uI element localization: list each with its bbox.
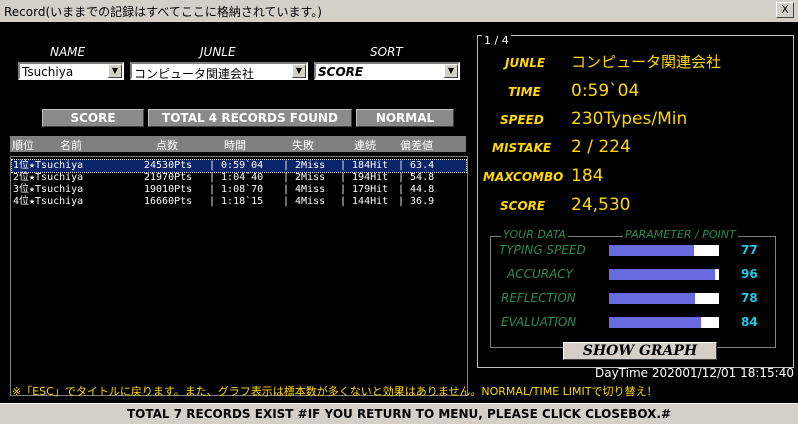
sort-select[interactable]: SCORE ▼ bbox=[314, 62, 460, 80]
daytime: DayTime 202001/12/01 18:15:40 bbox=[594, 366, 794, 380]
score-value: 24,530 bbox=[571, 195, 631, 215]
maxcombo-label: MAXCOMBO bbox=[483, 170, 564, 184]
mistake-value: 2 / 224 bbox=[571, 137, 631, 157]
cell-miss: | 2Miss bbox=[283, 172, 326, 183]
title-bar: Record(いままでの記録はすべてここに格納されています。) X bbox=[0, 0, 798, 23]
table-header: 順位 名前 点数 時間 失敗 連続 偏差値 bbox=[10, 136, 466, 152]
sort-label: SORT bbox=[370, 45, 403, 59]
cell-points: 19010Pts bbox=[144, 184, 193, 195]
accuracy-value: 96 bbox=[741, 267, 758, 281]
table-row[interactable]: 2位★Tsuchiya 21970Pts | 1:04`40 | 2Miss |… bbox=[12, 172, 466, 184]
cell-deviation: | 44.8 bbox=[398, 184, 435, 195]
sort-select-value: SCORE bbox=[318, 65, 364, 79]
mistake-label: MISTAKE bbox=[492, 141, 552, 155]
col-combo: 連続 bbox=[354, 139, 376, 152]
junle-label: JUNLE bbox=[200, 45, 236, 59]
accuracy-label: ACCURACY bbox=[507, 267, 574, 281]
table-row[interactable]: 1位★Tsuchiya 24530Pts | 0:59`04 | 2Miss |… bbox=[11, 159, 467, 173]
evaluation-label: EVALUATION bbox=[501, 315, 577, 329]
record-window: NAME JUNLE SORT Tsuchiya ▼ コンピュータ関連会社 ▼ … bbox=[0, 22, 798, 403]
name-label: NAME bbox=[50, 45, 86, 59]
time-label: TIME bbox=[508, 85, 541, 99]
chevron-down-icon[interactable]: ▼ bbox=[292, 64, 306, 78]
score-sort-button[interactable]: SCORE bbox=[42, 109, 144, 127]
col-name: 名前 bbox=[60, 139, 82, 152]
accuracy-bar bbox=[609, 269, 719, 280]
cell-deviation: | 36.9 bbox=[398, 196, 435, 207]
table-row[interactable]: 4位★Tsuchiya 16660Pts | 1:18`15 | 4Miss |… bbox=[12, 196, 466, 208]
cell-time: | 1:08`70 bbox=[209, 184, 264, 195]
cell-miss: | 4Miss bbox=[283, 196, 326, 207]
status-bar: TOTAL 7 RECORDS EXIST #IF YOU RETURN TO … bbox=[0, 403, 798, 424]
cell-points: 21970Pts bbox=[144, 172, 193, 183]
junle-detail-value: コンピュータ関連会社 bbox=[571, 53, 722, 71]
cell-deviation: | 63.4 bbox=[398, 160, 435, 171]
record-detail-panel: 1 / 4 JUNLE コンピュータ関連会社 TIME 0:59`04 SPEE… bbox=[477, 34, 794, 368]
parameter-title: PARAMETER / POINT bbox=[623, 228, 738, 241]
junle-select[interactable]: コンピュータ関連会社 ▼ bbox=[130, 62, 308, 81]
cell-points: 24530Pts bbox=[144, 160, 193, 171]
time-value: 0:59`04 bbox=[571, 81, 640, 101]
name-select-value: Tsuchiya bbox=[22, 65, 74, 79]
record-list[interactable]: 1位★Tsuchiya 24530Pts | 0:59`04 | 2Miss |… bbox=[10, 156, 468, 396]
cell-rank: 1位★Tsuchiya bbox=[13, 160, 84, 171]
name-select[interactable]: Tsuchiya ▼ bbox=[18, 62, 124, 80]
col-miss: 失敗 bbox=[292, 139, 314, 152]
reflection-bar bbox=[609, 293, 719, 304]
evaluation-bar bbox=[609, 317, 719, 328]
cell-miss: | 4Miss bbox=[283, 184, 326, 195]
cell-combo: | 184Hit bbox=[340, 160, 389, 171]
typing-speed-label: TYPING SPEED bbox=[499, 243, 586, 257]
cell-time: | 0:59`04 bbox=[209, 160, 264, 171]
cell-points: 16660Pts bbox=[144, 196, 193, 207]
speed-value: 230Types/Min bbox=[571, 109, 688, 129]
close-button[interactable]: X bbox=[776, 2, 794, 18]
reflection-label: REFLECTION bbox=[501, 291, 576, 305]
cell-miss: | 2Miss bbox=[283, 160, 326, 171]
cell-time: | 1:04`40 bbox=[209, 172, 264, 183]
typing-speed-value: 77 bbox=[741, 243, 758, 257]
col-deviation: 偏差値 bbox=[400, 139, 433, 152]
page-indicator: 1 / 4 bbox=[482, 34, 511, 47]
window-title: Record(いままでの記録はすべてここに格納されています。) bbox=[4, 5, 322, 19]
col-time: 時間 bbox=[224, 139, 246, 152]
junle-select-value: コンピュータ関連会社 bbox=[134, 67, 255, 81]
cell-time: | 1:18`15 bbox=[209, 196, 264, 207]
cell-combo: | 144Hit bbox=[340, 196, 389, 207]
show-graph-button[interactable]: SHOW GRAPH bbox=[563, 342, 717, 360]
your-data-title: YOUR DATA bbox=[501, 228, 568, 241]
evaluation-value: 84 bbox=[741, 315, 758, 329]
cell-rank: 3位★Tsuchiya bbox=[13, 184, 84, 195]
cell-rank: 4位★Tsuchiya bbox=[13, 196, 84, 207]
records-found-button[interactable]: TOTAL 4 RECORDS FOUND bbox=[148, 109, 352, 127]
normal-mode-button[interactable]: NORMAL bbox=[356, 109, 454, 127]
chevron-down-icon[interactable]: ▼ bbox=[108, 64, 122, 78]
cell-rank: 2位★Tsuchiya bbox=[13, 172, 84, 183]
cell-deviation: | 54.8 bbox=[398, 172, 435, 183]
cell-combo: | 194Hit bbox=[340, 172, 389, 183]
col-points: 点数 bbox=[156, 139, 178, 152]
junle-detail-label: JUNLE bbox=[505, 56, 546, 70]
table-row[interactable]: 3位★Tsuchiya 19010Pts | 1:08`70 | 4Miss |… bbox=[12, 184, 466, 196]
reflection-value: 78 bbox=[741, 291, 758, 305]
speed-label: SPEED bbox=[500, 113, 544, 127]
maxcombo-value: 184 bbox=[571, 166, 604, 186]
typing-speed-bar bbox=[609, 245, 719, 256]
your-data-group: YOUR DATA PARAMETER / POINT TYPING SPEED… bbox=[490, 228, 776, 348]
score-label: SCORE bbox=[500, 199, 546, 213]
chevron-down-icon[interactable]: ▼ bbox=[444, 64, 458, 78]
col-rank: 順位 bbox=[12, 139, 34, 152]
help-note: ※「ESC」でタイトルに戻ります。また、グラフ表示は標本数が多くないと効果はあり… bbox=[12, 385, 658, 398]
cell-combo: | 179Hit bbox=[340, 184, 389, 195]
